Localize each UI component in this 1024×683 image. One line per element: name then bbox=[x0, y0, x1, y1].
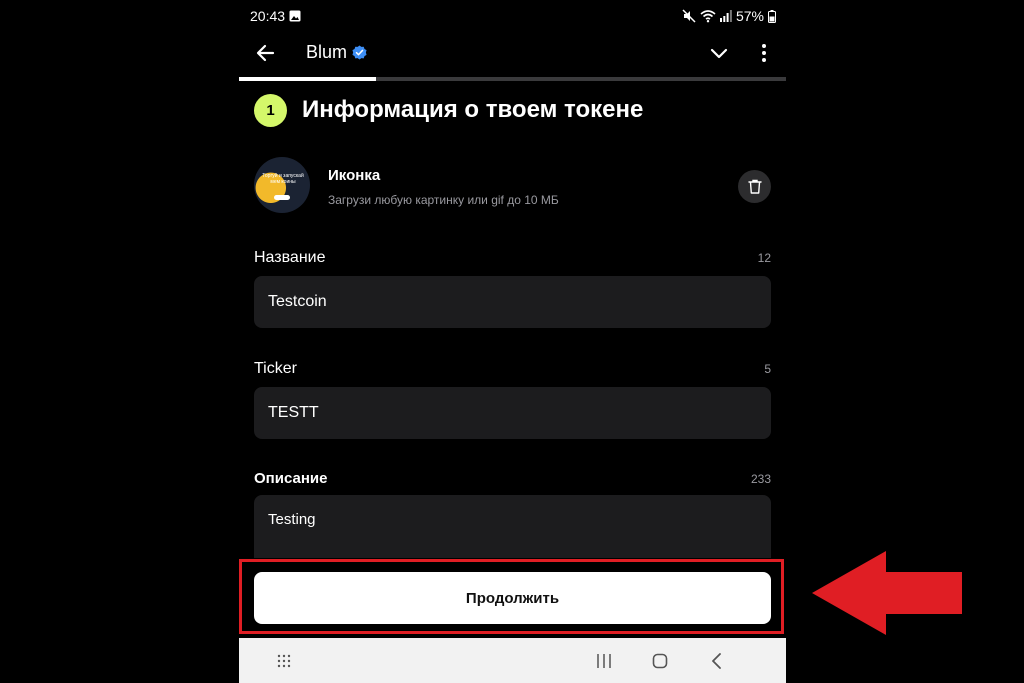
status-icons: 57% bbox=[682, 8, 776, 24]
gallery-icon bbox=[289, 10, 301, 22]
name-counter: 12 bbox=[757, 251, 771, 265]
icon-upload-hint: Загрузи любую картинку или gif до 10 МБ bbox=[328, 193, 559, 207]
section-title: Информация о твоем токене bbox=[302, 96, 644, 123]
icon-label: Иконка bbox=[328, 167, 381, 184]
mute-icon bbox=[682, 9, 696, 23]
battery-icon bbox=[768, 9, 776, 23]
delete-icon-button[interactable] bbox=[738, 170, 771, 203]
battery-percent: 57% bbox=[735, 8, 764, 24]
trash-icon bbox=[747, 179, 762, 194]
signal-icon bbox=[719, 10, 732, 22]
system-nav-bar bbox=[239, 638, 786, 683]
name-label: Название bbox=[254, 249, 326, 266]
verified-badge-icon bbox=[352, 45, 367, 60]
progress-bar bbox=[239, 77, 786, 81]
avatar-pill bbox=[274, 195, 290, 200]
home-icon[interactable] bbox=[652, 653, 668, 669]
wifi-icon bbox=[700, 10, 716, 23]
step-number-badge: 1 bbox=[254, 94, 287, 127]
chevron-down-icon[interactable] bbox=[707, 41, 731, 65]
progress-fill bbox=[239, 77, 376, 81]
description-label: Описание bbox=[254, 470, 328, 487]
more-vert-icon[interactable] bbox=[754, 41, 774, 65]
app-header: Blum bbox=[239, 32, 786, 76]
phone-screen: 20:43 57% Blum 1 Информация о твоем токе… bbox=[239, 0, 786, 683]
back-icon[interactable] bbox=[711, 653, 723, 669]
back-arrow-icon[interactable] bbox=[253, 40, 279, 66]
name-input[interactable]: Testcoin bbox=[254, 276, 771, 328]
app-title: Blum bbox=[306, 42, 348, 62]
ticker-label: Ticker bbox=[254, 360, 297, 377]
description-counter: 233 bbox=[750, 472, 771, 486]
apps-grid-icon[interactable] bbox=[277, 654, 291, 668]
status-time: 20:43 bbox=[250, 8, 286, 24]
ticker-counter: 5 bbox=[764, 362, 771, 376]
recent-apps-icon[interactable] bbox=[596, 653, 612, 669]
token-icon-image[interactable]: Торгуй и запускай мем коины bbox=[254, 157, 310, 213]
ticker-input[interactable]: TESTT bbox=[254, 387, 771, 439]
continue-button[interactable]: Продолжить bbox=[254, 572, 771, 624]
avatar-text: Торгуй и запускай мем коины bbox=[262, 173, 304, 185]
status-bar: 20:43 57% bbox=[239, 0, 786, 32]
pointer-arrow-icon bbox=[812, 551, 962, 635]
